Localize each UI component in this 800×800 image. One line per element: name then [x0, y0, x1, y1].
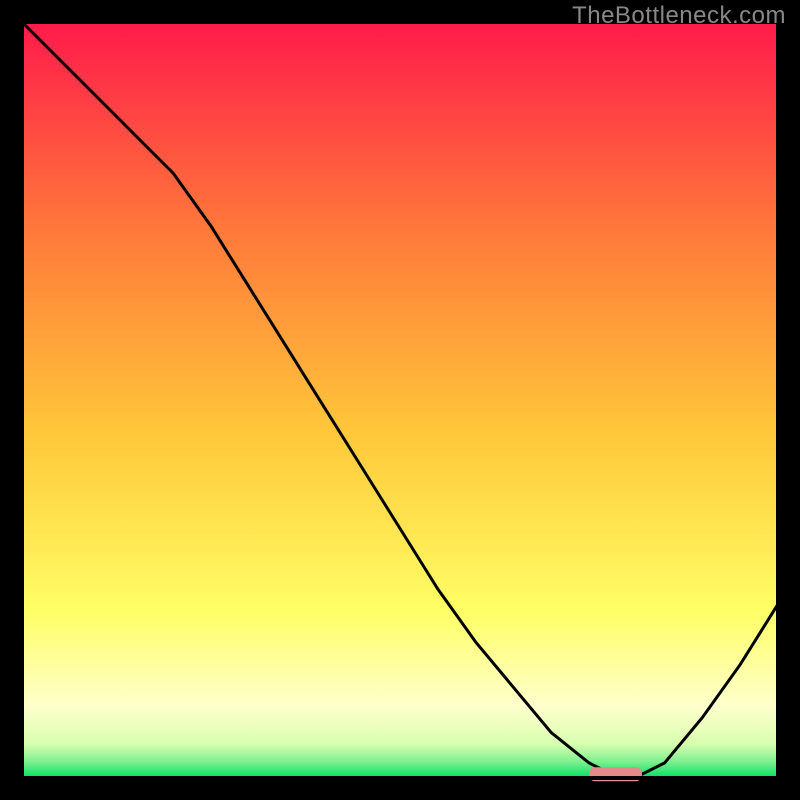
watermark-text: TheBottleneck.com — [572, 2, 786, 30]
bottleneck-chart — [0, 0, 800, 800]
chart-container: TheBottleneck.com — [0, 0, 800, 800]
